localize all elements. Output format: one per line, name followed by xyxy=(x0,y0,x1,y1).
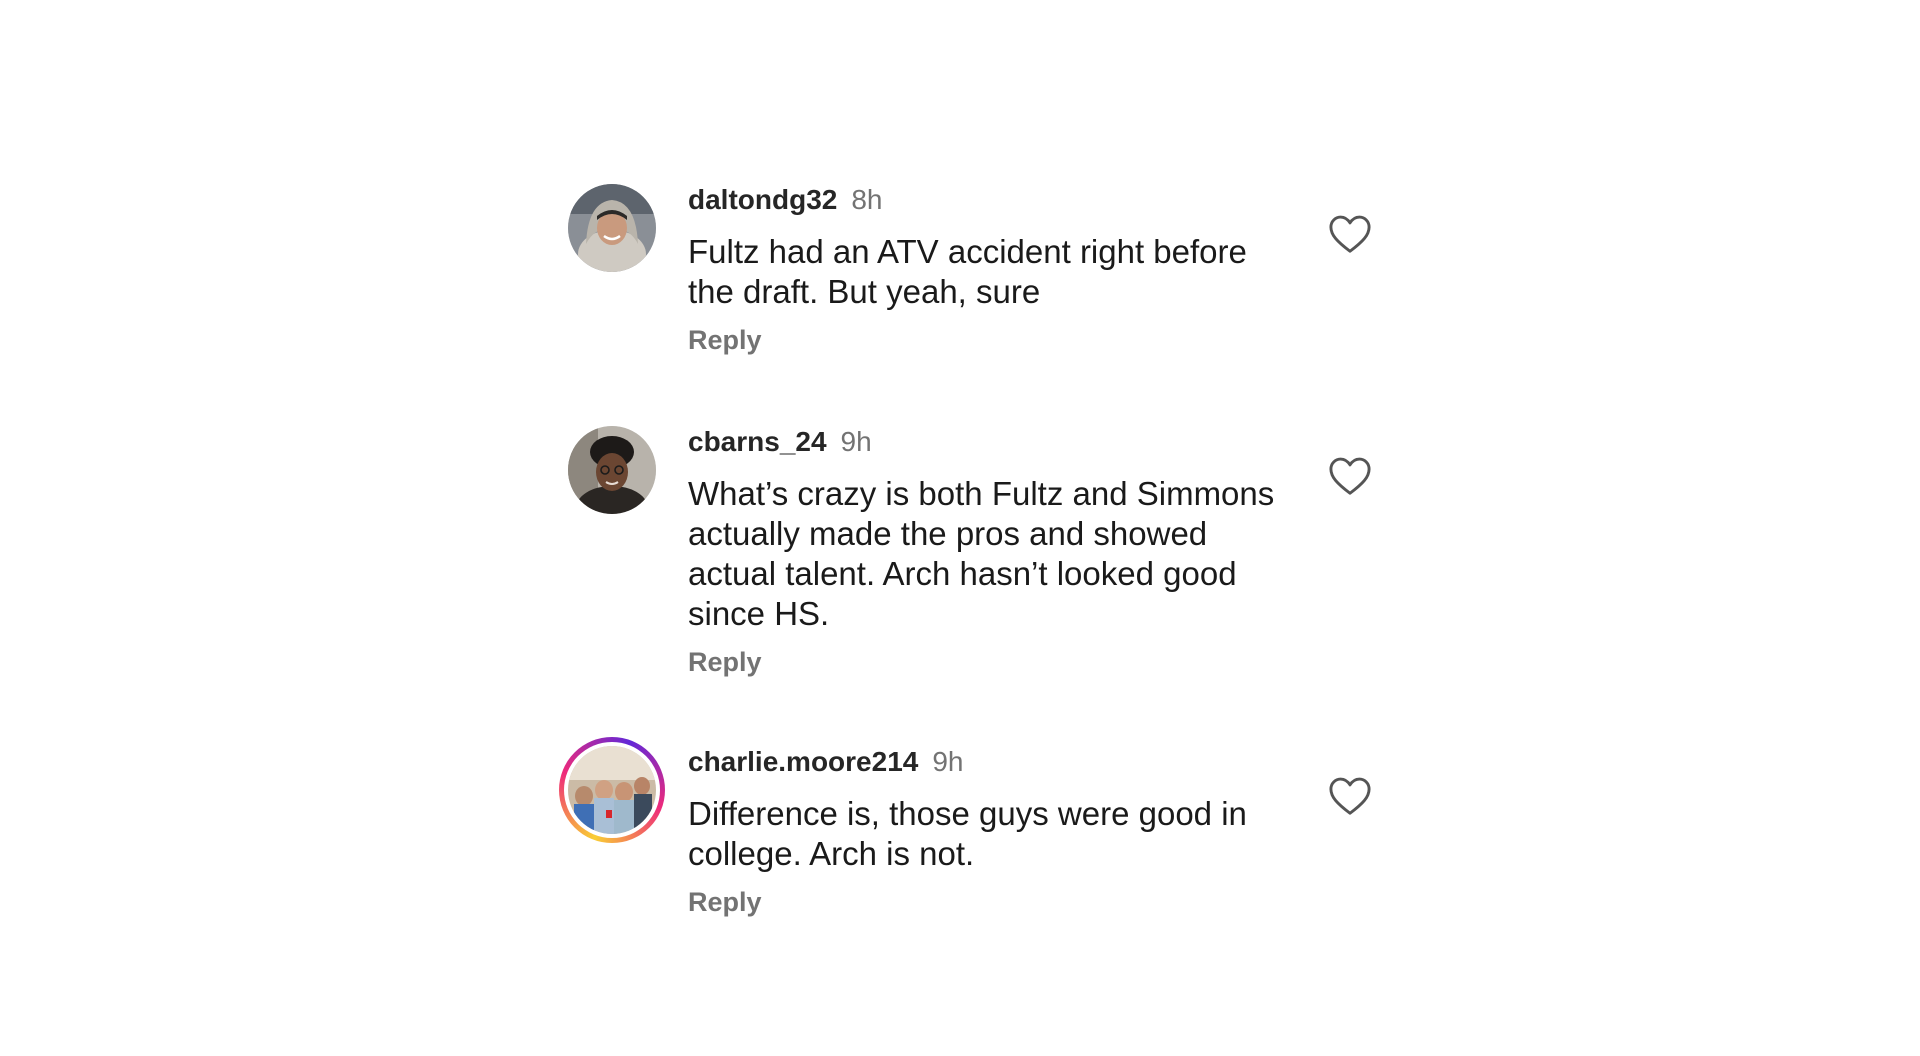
comment-meta: charlie.moore214 9h xyxy=(688,746,964,778)
username[interactable]: charlie.moore214 xyxy=(688,746,918,777)
comment-item: cbarns_24 9h What’s crazy is both Fultz a… xyxy=(568,426,1371,686)
reply-button[interactable]: Reply xyxy=(688,886,762,918)
heart-outline-icon[interactable] xyxy=(1328,214,1372,254)
avatar[interactable] xyxy=(568,184,656,272)
comment-item: charlie.moore214 9h Difference is, those … xyxy=(559,737,1371,926)
username[interactable]: daltondg32 xyxy=(688,184,837,215)
comment-meta: daltondg32 8h xyxy=(688,184,883,216)
avatar-photo xyxy=(568,184,656,272)
avatar-story-ring[interactable] xyxy=(559,737,665,843)
comment-meta: cbarns_24 9h xyxy=(688,426,872,458)
avatar-ring-gap xyxy=(564,742,660,838)
comment-text: Difference is, those guys were good in c… xyxy=(688,795,1247,872)
comment-item: daltondg32 8h Fultz had an ATV accident r… xyxy=(568,184,1371,364)
timestamp: 9h xyxy=(932,746,964,777)
avatar-photo xyxy=(568,426,656,514)
timestamp: 9h xyxy=(840,426,872,457)
comment-text: Fultz had an ATV accident right before t… xyxy=(688,233,1247,310)
heart-outline-icon[interactable] xyxy=(1328,456,1372,496)
reply-button[interactable]: Reply xyxy=(688,646,762,678)
comment-list: daltondg32 8h Fultz had an ATV accident r… xyxy=(0,0,1920,1056)
reply-button[interactable]: Reply xyxy=(688,324,762,356)
comment-text: What’s crazy is both Fultz and Simmons a… xyxy=(688,475,1275,632)
avatar xyxy=(568,746,656,834)
timestamp: 8h xyxy=(851,184,883,215)
heart-outline-icon[interactable] xyxy=(1328,776,1372,816)
avatar[interactable] xyxy=(568,426,656,514)
username[interactable]: cbarns_24 xyxy=(688,426,827,457)
avatar-photo xyxy=(568,746,656,834)
